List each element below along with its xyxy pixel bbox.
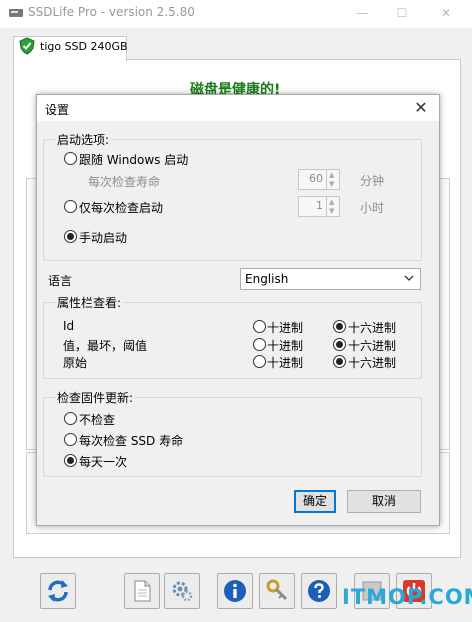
startup-with-windows-radio[interactable]: [64, 152, 77, 165]
startup-manual-label: 手动启动: [79, 231, 128, 245]
startup-manual-radio[interactable]: [64, 230, 77, 243]
language-value: English: [245, 272, 289, 286]
attr-row-label: 值，最坏，阈值: [63, 339, 148, 353]
firmware-each-check-label: 每次检查 SSD 寿命: [79, 434, 184, 448]
hours-unit: 小时: [360, 201, 385, 215]
disk-icon: [9, 9, 23, 17]
hours-stepper[interactable]: 1 ▲ ▼: [298, 196, 340, 217]
chevron-down-icon: [404, 275, 414, 281]
hours-stepper-buttons[interactable]: ▲ ▼: [326, 197, 339, 216]
firmware-each-check-radio[interactable]: [64, 433, 77, 446]
firmware-daily-label: 每天一次: [79, 455, 128, 469]
refresh-button[interactable]: [40, 573, 76, 609]
maximize-button[interactable]: ☐: [392, 4, 412, 22]
attr-value-hex-radio[interactable]: [333, 338, 346, 351]
ok-button[interactable]: 确定: [294, 490, 336, 513]
attributes-view-legend: 属性栏查看:: [55, 294, 124, 311]
app-title: SSDLife Pro - version 2.5.80: [28, 5, 195, 19]
attr-row-label: Id: [63, 319, 75, 333]
minimize-button[interactable]: —: [352, 4, 372, 22]
key-icon: [266, 579, 288, 601]
spin-up-icon: ▲: [329, 198, 335, 206]
attr-id-decimal-radio[interactable]: [253, 320, 266, 333]
attr-raw-hex-radio[interactable]: [333, 355, 346, 368]
hours-value: 1: [316, 199, 323, 212]
attr-hex-label: 十六进制: [348, 356, 397, 370]
startup-once-per-check-radio[interactable]: [64, 200, 77, 213]
document-icon: [134, 580, 151, 602]
startup-with-windows-label: 跟随 Windows 启动: [79, 153, 189, 167]
startup-options-legend: 启动选项:: [55, 131, 112, 148]
check-life-label: 每次检查寿命: [88, 175, 161, 189]
spin-down-icon: ▼: [329, 180, 335, 188]
tab-label: tigo SSD 240GB: [40, 40, 128, 53]
help-button[interactable]: [301, 573, 337, 609]
settings-icon: [172, 581, 193, 602]
attr-raw-decimal-radio[interactable]: [253, 355, 266, 368]
minutes-unit: 分钟: [360, 174, 385, 188]
report-button[interactable]: [124, 573, 160, 609]
startup-once-per-check-label: 仅每次检查启动: [79, 201, 164, 215]
attr-hex-label: 十六进制: [348, 321, 397, 335]
license-button[interactable]: [259, 573, 295, 609]
firmware-never-label: 不检查: [79, 413, 116, 427]
minutes-stepper-buttons[interactable]: ▲ ▼: [326, 170, 339, 189]
attr-value-decimal-radio[interactable]: [253, 338, 266, 351]
firmware-daily-radio[interactable]: [64, 454, 77, 467]
language-label: 语言: [48, 274, 73, 288]
attr-decimal-label: 十进制: [267, 339, 304, 353]
info-icon: [224, 580, 246, 602]
refresh-icon: [48, 580, 68, 602]
firmware-update-legend: 检查固件更新:: [55, 389, 136, 406]
dialog-close-button[interactable]: ✕: [410, 98, 432, 118]
attr-hex-label: 十六进制: [348, 339, 397, 353]
attr-decimal-label: 十进制: [267, 321, 304, 335]
cancel-button[interactable]: 取消: [347, 490, 421, 513]
info-button[interactable]: [217, 573, 253, 609]
dialog-title: 设置: [45, 103, 70, 117]
spin-up-icon: ▲: [329, 171, 335, 179]
dialog-titlebar: [37, 95, 439, 121]
watermark-text: ITMOP.COM: [342, 585, 472, 609]
firmware-never-radio[interactable]: [64, 412, 77, 425]
shield-check-icon: [19, 37, 35, 55]
settings-button[interactable]: [164, 573, 200, 609]
attr-id-hex-radio[interactable]: [333, 320, 346, 333]
spin-down-icon: ▼: [329, 207, 335, 215]
attr-decimal-label: 十进制: [267, 356, 304, 370]
close-button[interactable]: ✕: [436, 4, 456, 22]
attr-row-label: 原始: [63, 356, 88, 370]
minutes-stepper[interactable]: 60 ▲ ▼: [298, 169, 340, 190]
language-select[interactable]: English: [240, 268, 421, 290]
help-icon: [308, 580, 330, 602]
minutes-value: 60: [309, 172, 323, 185]
